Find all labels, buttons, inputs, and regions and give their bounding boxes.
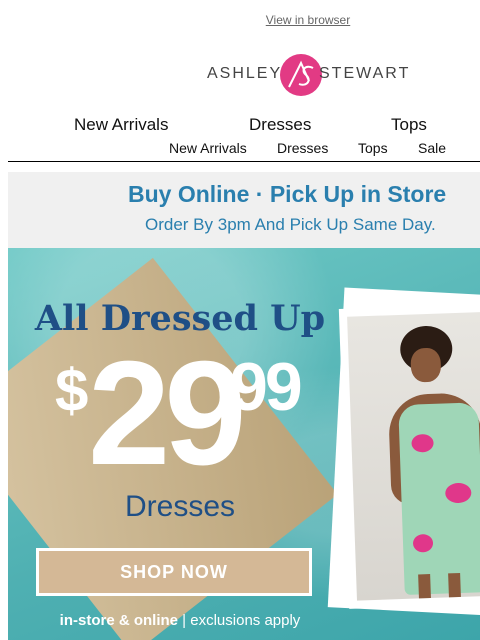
pickup-subline: Order By 3pm And Pick Up Same Day. xyxy=(145,215,436,234)
subnav-item-sale[interactable]: Sale xyxy=(418,140,446,156)
logo-word-right: STEWART xyxy=(319,65,411,82)
model-leg xyxy=(448,572,462,601)
subnav-item-dresses[interactable]: Dresses xyxy=(277,140,328,156)
brand-logo[interactable]: ASHLEY STEWART xyxy=(207,54,409,96)
nav-item-dresses[interactable]: Dresses xyxy=(249,115,311,135)
logo-word-left: ASHLEY xyxy=(207,65,283,82)
model-leg xyxy=(418,574,432,601)
hero-banner[interactable]: All Dressed Up $ 29 99 Dresses SHOP NOW … xyxy=(8,248,480,640)
primary-nav: New Arrivals Dresses Tops xyxy=(0,115,480,135)
price-whole: 29 xyxy=(88,331,247,496)
nav-item-new-arrivals[interactable]: New Arrivals xyxy=(74,115,168,135)
pickup-banner[interactable]: Buy Online · Pick Up in Store Order By 3… xyxy=(8,172,480,248)
model-photo[interactable] xyxy=(338,303,480,609)
secondary-nav: New Arrivals Dresses Tops Sale xyxy=(0,140,480,156)
price-cents: 99 xyxy=(230,349,303,425)
hero-category: Dresses xyxy=(124,490,236,523)
subnav-item-new-arrivals[interactable]: New Arrivals xyxy=(169,140,247,156)
price-currency: $ xyxy=(55,357,89,424)
model-photo-image xyxy=(347,311,480,601)
nav-divider xyxy=(8,161,480,162)
model-face xyxy=(410,347,442,383)
logo-monogram-icon xyxy=(280,54,322,96)
subnav-item-tops[interactable]: Tops xyxy=(358,140,388,156)
footnote-bold: in-store & online xyxy=(59,612,179,629)
footnote-rest: | exclusions apply xyxy=(178,612,301,629)
nav-item-tops[interactable]: Tops xyxy=(391,115,427,135)
pickup-headline: Buy Online · Pick Up in Store xyxy=(128,181,447,207)
hero-footnote: in-store & online | exclusions apply xyxy=(8,612,352,629)
shop-now-button[interactable]: SHOP NOW xyxy=(36,548,312,596)
view-in-browser-link[interactable]: View in browser xyxy=(0,13,480,27)
